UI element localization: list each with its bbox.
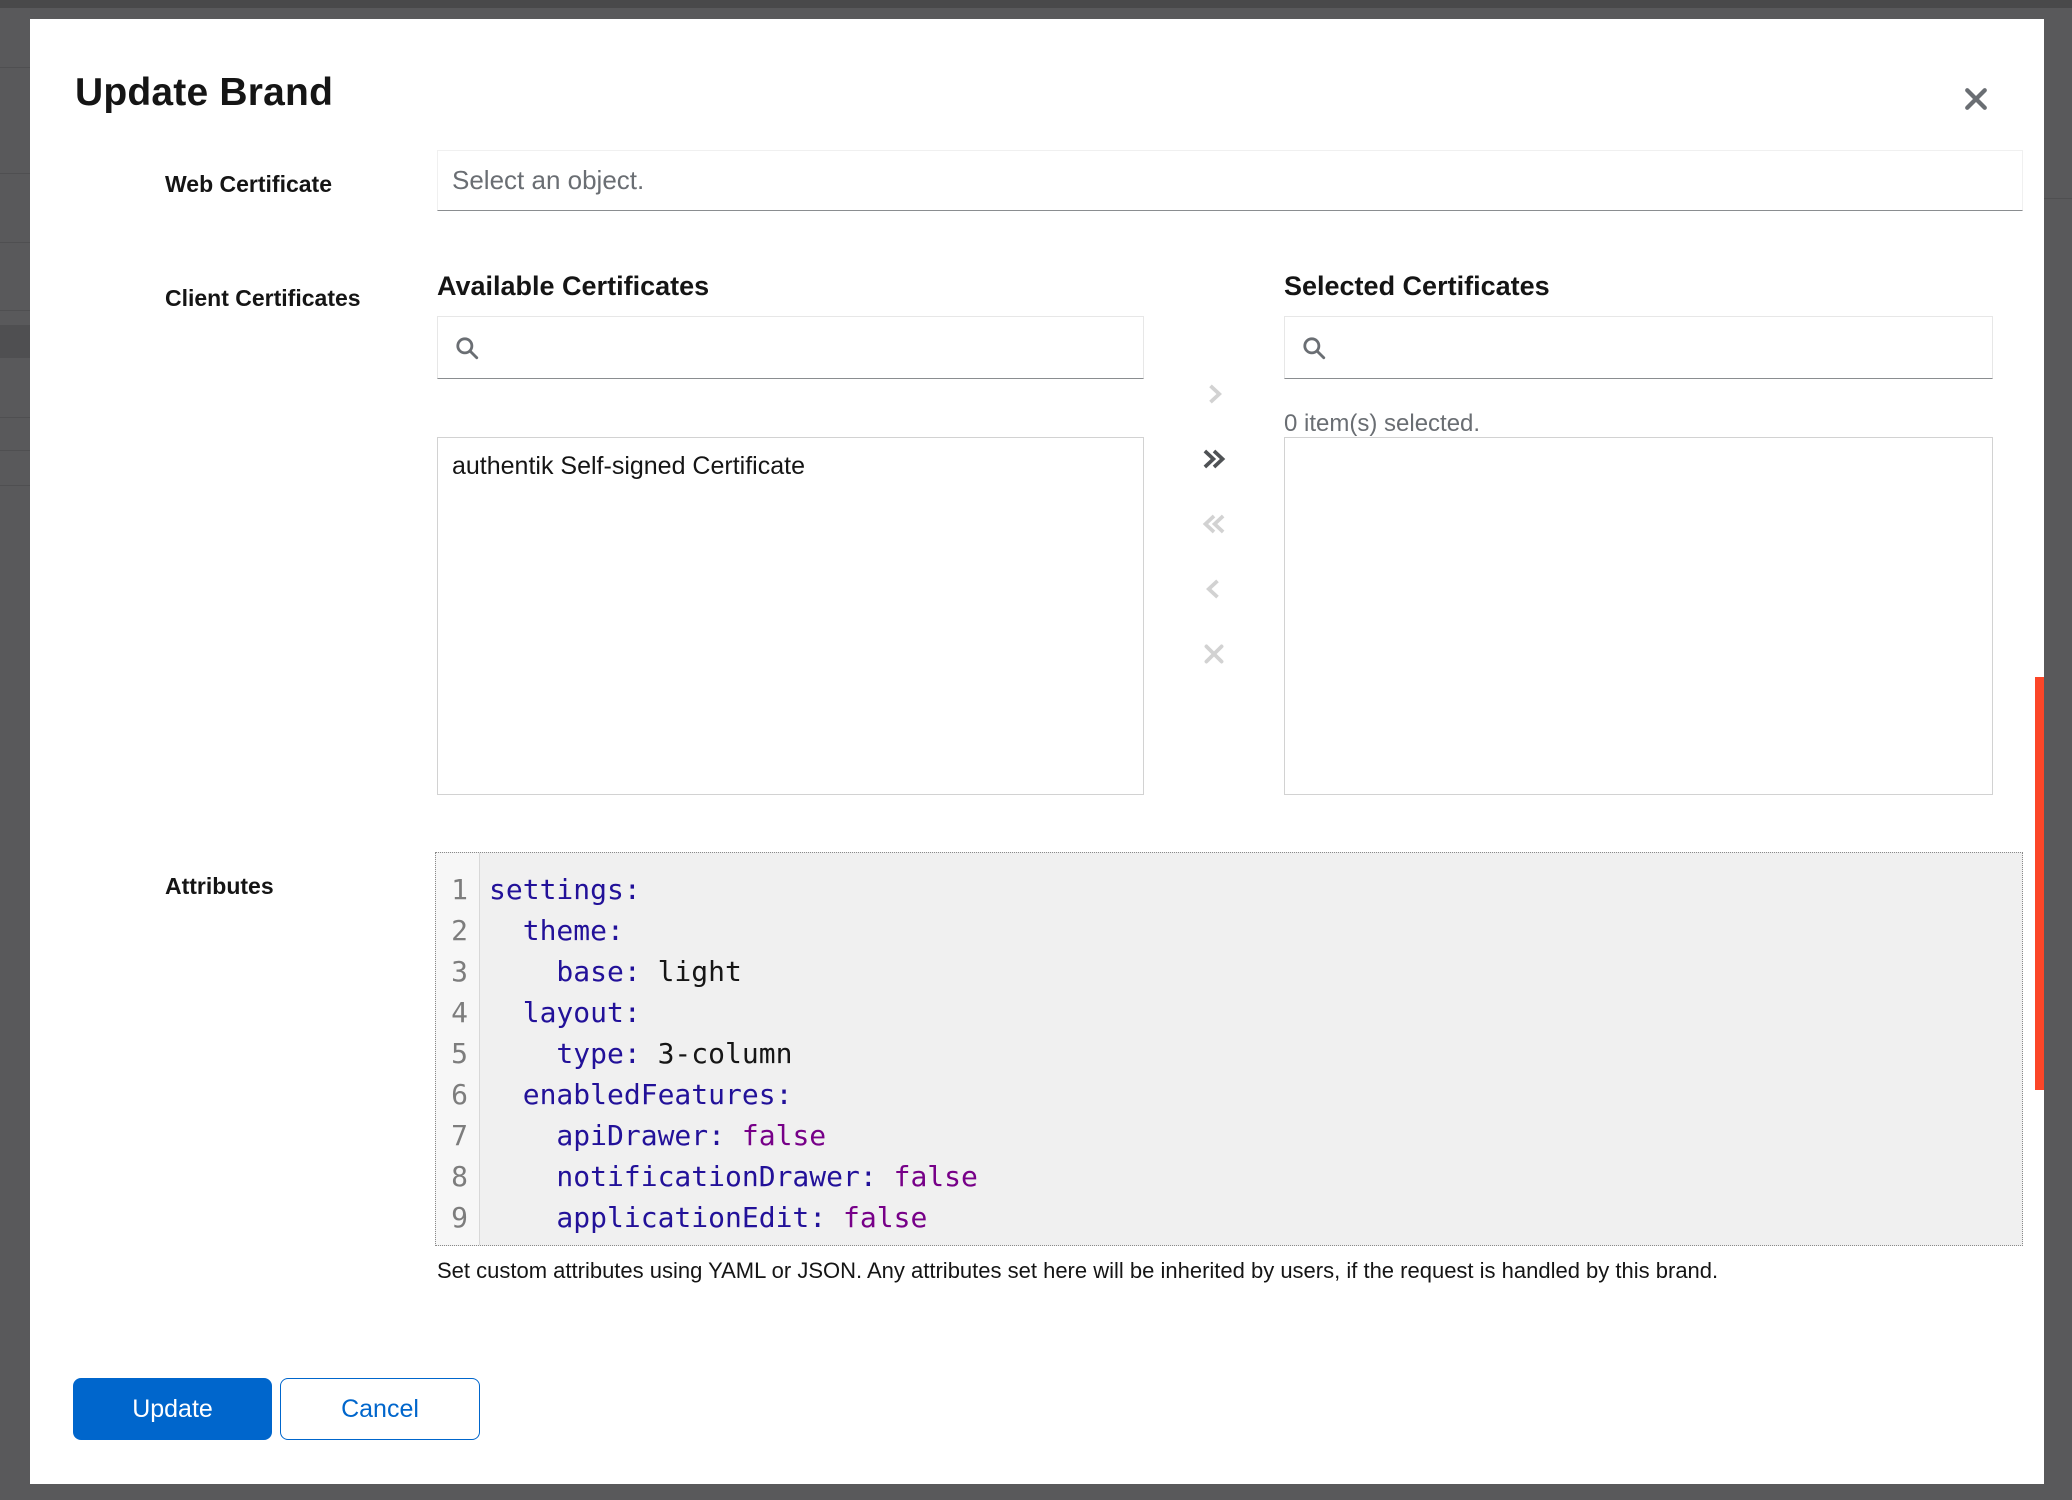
attributes-label: Attributes: [165, 873, 274, 900]
scrollbar-thumb[interactable]: [2035, 677, 2044, 1090]
web-certificate-placeholder: Select an object.: [452, 165, 644, 196]
web-certificate-select[interactable]: Select an object.: [437, 150, 2023, 211]
list-item[interactable]: authentik Self-signed Certificate: [438, 438, 1143, 495]
background-row-divider: [0, 450, 30, 451]
available-list: authentik Self-signed Certificate: [437, 437, 1144, 795]
background-row-divider: [0, 242, 30, 243]
line-number: 3: [436, 951, 468, 992]
line-number: 2: [436, 910, 468, 951]
close-button[interactable]: [1958, 81, 1994, 117]
available-certificates-heading: Available Certificates: [437, 271, 709, 302]
background-row-divider: [0, 417, 30, 418]
double-angle-left-icon: [1198, 510, 1230, 538]
line-number: 8: [436, 1156, 468, 1197]
angle-left-icon: [1200, 575, 1228, 603]
cancel-button[interactable]: Cancel: [280, 1378, 480, 1440]
code-line: enabledFeatures:: [489, 1074, 978, 1115]
update-button[interactable]: Update: [73, 1378, 272, 1440]
web-certificate-label: Web Certificate: [165, 171, 332, 198]
background-row-divider: [0, 310, 30, 311]
code-line: apiDrawer: false: [489, 1115, 978, 1156]
code-line: notificationDrawer: false: [489, 1156, 978, 1197]
background-row-divider: [0, 67, 30, 68]
attributes-code-editor[interactable]: 123456789 settings: theme: base: light l…: [435, 852, 2023, 1246]
line-number: 1: [436, 869, 468, 910]
page-title: Update Brand: [75, 71, 333, 115]
search-icon: [1301, 335, 1327, 361]
code-line: theme:: [489, 910, 978, 951]
times-icon: [1200, 640, 1228, 668]
selected-search-input[interactable]: [1341, 317, 1992, 378]
update-brand-modal: Update Brand Web Certificate Select an o…: [30, 19, 2044, 1484]
background-row-divider: [0, 485, 30, 486]
available-search-box: [437, 316, 1144, 379]
add-all-button[interactable]: [1198, 444, 1230, 473]
search-icon: [454, 335, 480, 361]
code-line: applicationEdit: false: [489, 1197, 978, 1238]
line-number: 7: [436, 1115, 468, 1156]
code-editor-lines: settings: theme: base: light layout: typ…: [480, 869, 978, 1245]
remove-all-button[interactable]: [1198, 509, 1230, 538]
angle-right-icon: [1200, 380, 1228, 408]
transfer-controls: [1185, 379, 1243, 668]
line-number: 9: [436, 1197, 468, 1238]
selected-certificates-heading: Selected Certificates: [1284, 271, 1550, 302]
background-selected-row: [0, 325, 30, 358]
client-certificates-label: Client Certificates: [165, 285, 361, 312]
background-top-shade: [0, 0, 2072, 8]
code-line: base: light: [489, 951, 978, 992]
background-row-divider: [0, 173, 30, 174]
line-number: 4: [436, 992, 468, 1033]
code-line: settings:: [489, 869, 978, 910]
selected-list: [1284, 437, 1993, 795]
available-search-input[interactable]: [494, 317, 1143, 378]
code-line: layout:: [489, 992, 978, 1033]
close-icon: [1961, 84, 1991, 114]
attributes-help-text: Set custom attributes using YAML or JSON…: [437, 1258, 1997, 1284]
line-number: 5: [436, 1033, 468, 1074]
line-number: 6: [436, 1074, 468, 1115]
background-row-divider: [2044, 198, 2072, 199]
add-selected-button[interactable]: [1198, 379, 1230, 408]
code-line: type: 3-column: [489, 1033, 978, 1074]
double-angle-right-icon: [1198, 445, 1230, 473]
code-editor-gutter: 123456789: [436, 853, 480, 1246]
selected-search-box: [1284, 316, 1993, 379]
remove-selected-button[interactable]: [1198, 574, 1230, 603]
clear-selection-button[interactable]: [1198, 639, 1230, 668]
